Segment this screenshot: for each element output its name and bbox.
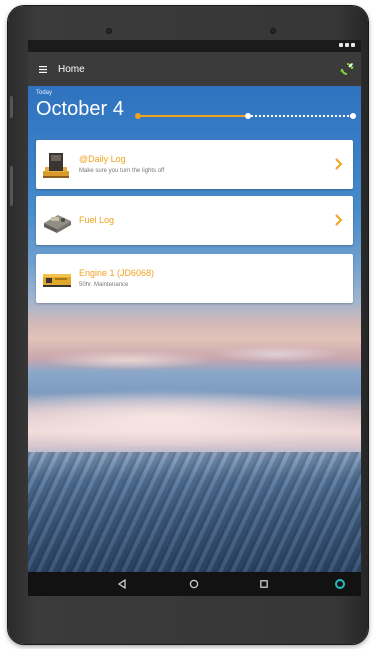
power-button <box>10 96 13 118</box>
daily-log-card[interactable]: @Daily Log Make sure you turn the lights… <box>36 140 353 189</box>
hamburger-menu-icon[interactable] <box>28 52 58 86</box>
status-indicators <box>339 43 355 47</box>
volume-button <box>10 166 13 206</box>
back-triangle-icon[interactable] <box>115 577 129 591</box>
status-bar <box>28 40 361 52</box>
timeline-end-dot <box>350 113 356 119</box>
timeline-remaining <box>248 115 352 117</box>
timeline-elapsed <box>138 115 248 117</box>
chevron-right-icon <box>334 157 344 171</box>
background-mountains <box>28 312 361 372</box>
card-title: Fuel Log <box>79 215 115 225</box>
today-label: Today <box>36 90 53 96</box>
card-subtitle: Make sure you turn the lights off <box>79 168 165 174</box>
chevron-right-icon <box>334 213 344 227</box>
front-camera <box>106 28 112 34</box>
timeline-current-dot[interactable] <box>245 113 251 119</box>
engine-card[interactable]: Engine 1 (JD6068) 50hr. Maintenance <box>36 254 353 303</box>
daily-log-generator-thumbnail <box>41 149 73 181</box>
front-sensor <box>270 28 276 34</box>
assistant-ring-icon[interactable] <box>333 577 347 591</box>
fuel-log-card[interactable]: Fuel Log <box>36 196 353 245</box>
background-snowfield <box>28 386 361 446</box>
card-subtitle: 50hr. Maintenance <box>79 282 129 288</box>
device-screen: Home Today October 4 @Daily Log Make sur… <box>28 40 361 596</box>
timeline-start-dot <box>135 113 141 119</box>
sync-icon[interactable] <box>339 61 355 77</box>
home-circle-icon[interactable] <box>187 577 201 591</box>
card-title: Engine 1 (JD6068) <box>79 268 155 278</box>
card-title: @Daily Log <box>79 154 126 164</box>
system-navigation-bar <box>28 572 361 596</box>
fuel-log-engine-thumbnail <box>41 205 73 237</box>
engine-generator-thumbnail <box>41 263 73 295</box>
background-rocky-ground <box>28 452 361 572</box>
recents-square-icon[interactable] <box>257 577 271 591</box>
home-content: Today October 4 @Daily Log Make sure you <box>28 86 361 572</box>
page-title: Home <box>58 63 85 75</box>
current-date: October 4 <box>36 98 124 120</box>
app-bar: Home <box>28 52 361 86</box>
day-timeline[interactable] <box>135 113 356 119</box>
